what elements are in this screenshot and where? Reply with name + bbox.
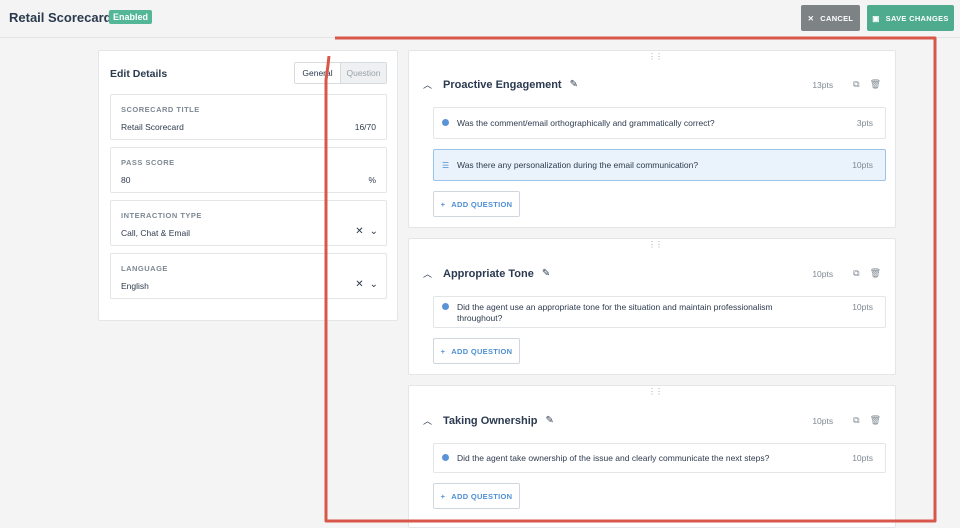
close-icon: ✕ [807,13,815,23]
tab-general[interactable]: General [295,63,341,83]
percent-suffix: % [368,175,376,185]
pencil-icon[interactable]: ✎ [546,415,554,426]
add-question-button[interactable]: + ADD QUESTION [433,191,520,217]
field-label: SCORECARD TITLE [121,105,200,114]
pass-score-input[interactable]: 80 [121,175,130,185]
plus-icon: + [440,199,446,209]
dot-icon [442,302,457,312]
tab-switcher: General Question [294,62,387,84]
add-question-label: ADD QUESTION [451,346,513,356]
drag-handle-icon[interactable]: ⋮⋮ [648,387,663,396]
save-icon: ▣ [872,13,880,23]
chevron-up-icon[interactable]: ︿ [423,78,443,91]
question-points: 10pts [852,302,873,312]
interaction-type-select[interactable]: INTERACTION TYPE Call, Chat & Email ✕ ⌄ [110,200,387,246]
question-row-selected[interactable]: ☰ Was there any personalization during t… [433,149,886,181]
pencil-icon[interactable]: ✎ [570,79,578,90]
tab-question[interactable]: Question [341,63,386,83]
question-points: 10pts [852,160,873,170]
section-title: Appropriate Tone [443,267,534,280]
add-question-label: ADD QUESTION [451,199,513,209]
drag-handle-icon[interactable]: ⋮⋮ [648,240,663,249]
question-points: 10pts [852,453,873,463]
field-label: LANGUAGE [121,264,168,273]
clear-icon[interactable]: ✕ [355,226,363,237]
copy-icon[interactable]: ⧉ [853,415,859,426]
clear-icon[interactable]: ✕ [355,279,363,290]
page-title: Retail Scorecard [9,10,112,25]
section-points: 10pts [812,415,834,426]
plus-icon: + [440,346,446,356]
section-header: ︿ Appropriate Tone ✎ 10pts ⧉ 🗑 [423,267,881,280]
section-card: ⋮⋮ ︿ Proactive Engagement ✎ 13pts ⧉ 🗑 Wa… [408,50,896,228]
status-badge: Enabled [109,10,153,24]
trash-icon[interactable]: 🗑 [870,79,881,90]
field-label: PASS SCORE [121,158,175,167]
section-header: ︿ Taking Ownership ✎ 10pts ⧉ 🗑 [423,414,881,427]
character-count: 16/70 [354,122,376,132]
field-label: INTERACTION TYPE [121,211,202,220]
question-row[interactable]: Did the agent use an appropriate tone fo… [433,296,886,328]
chevron-up-icon[interactable]: ︿ [423,414,443,427]
section-card: ⋮⋮ ︿ Appropriate Tone ✎ 10pts ⧉ 🗑 Did th… [408,238,896,375]
save-button-label: SAVE CHANGES [885,13,949,23]
question-points: 3pts [856,118,873,128]
list-icon: ☰ [442,161,450,170]
language-select[interactable]: LANGUAGE English ✕ ⌄ [110,253,387,299]
question-row[interactable]: Did the agent take ownership of the issu… [433,443,886,473]
dot-icon [442,453,457,463]
language-value: English [121,281,149,291]
copy-icon[interactable]: ⧉ [853,79,859,90]
section-card: ⋮⋮ ︿ Taking Ownership ✎ 10pts ⧉ 🗑 Did th… [408,385,896,528]
question-text: Was there any personalization during the… [457,160,699,170]
drag-handle-icon[interactable]: ⋮⋮ [648,52,663,61]
save-changes-button[interactable]: ▣ SAVE CHANGES [867,5,954,31]
add-question-button[interactable]: + ADD QUESTION [433,483,520,509]
cancel-button[interactable]: ✕ CANCEL [801,5,860,31]
question-text: Was the comment/email orthographically a… [457,118,715,128]
trash-icon[interactable]: 🗑 [870,415,881,426]
section-header: ︿ Proactive Engagement ✎ 13pts ⧉ 🗑 [423,78,881,91]
scorecard-title-field[interactable]: SCORECARD TITLE Retail Scorecard 16/70 [110,94,387,140]
chevron-down-icon[interactable]: ⌄ [370,279,378,290]
pass-score-field[interactable]: PASS SCORE 80 % [110,147,387,193]
trash-icon[interactable]: 🗑 [870,268,881,279]
section-title: Proactive Engagement [443,78,562,91]
add-question-button[interactable]: + ADD QUESTION [433,338,520,364]
question-text: Did the agent use an appropriate tone fo… [457,302,773,323]
dot-icon [442,118,457,128]
copy-icon[interactable]: ⧉ [853,268,859,279]
top-bar: Retail Scorecard Enabled ✕ CANCEL ▣ SAVE… [0,0,960,38]
section-points: 10pts [812,268,834,279]
plus-icon: + [440,491,446,501]
scorecard-title-input[interactable]: Retail Scorecard [121,122,184,132]
question-row[interactable]: Was the comment/email orthographically a… [433,107,886,139]
cancel-button-label: CANCEL [820,13,854,23]
section-title: Taking Ownership [443,414,538,427]
add-question-label: ADD QUESTION [451,491,513,501]
question-text: Did the agent take ownership of the issu… [457,453,770,463]
edit-details-panel: Edit Details General Question SCORECARD … [98,50,398,321]
interaction-type-value: Call, Chat & Email [121,228,190,238]
chevron-down-icon[interactable]: ⌄ [370,226,378,237]
edit-details-title: Edit Details [110,68,168,80]
section-points: 13pts [812,79,834,90]
chevron-up-icon[interactable]: ︿ [423,267,443,280]
pencil-icon[interactable]: ✎ [542,268,550,279]
